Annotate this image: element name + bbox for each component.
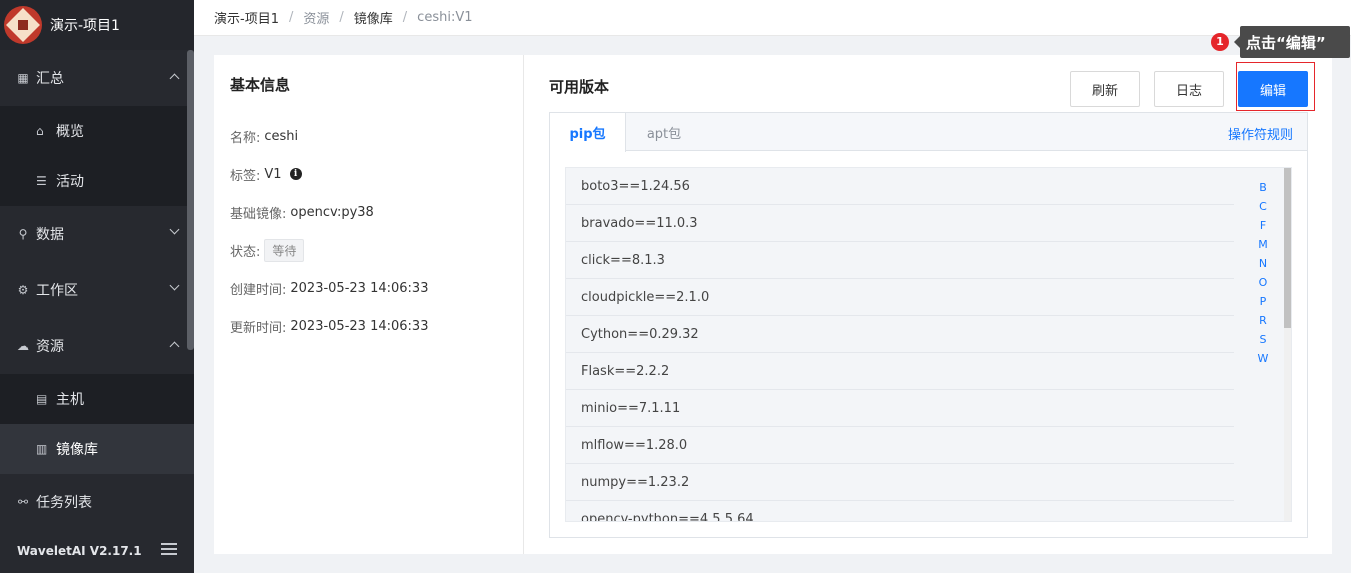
info-name: 名称: ceshi bbox=[230, 128, 299, 146]
tab-pip[interactable]: pip包 bbox=[550, 113, 626, 152]
nav-group-data[interactable]: ⚲ 数据 bbox=[0, 206, 194, 262]
cloud-icon: ☁ bbox=[17, 339, 29, 353]
info-created: 创建时间: 2023-05-23 14:06:33 bbox=[230, 280, 429, 298]
highlight-box bbox=[1236, 62, 1315, 111]
nav-group-label: 数据 bbox=[36, 227, 64, 243]
alpha-index-item[interactable]: C bbox=[1256, 200, 1270, 219]
alpha-index-item[interactable]: P bbox=[1256, 295, 1270, 314]
sitemap-icon: ⚲ bbox=[18, 227, 28, 241]
grid-icon: ▦ bbox=[17, 71, 29, 85]
sidebar-item-label: 镜像库 bbox=[56, 442, 98, 458]
gear-icon: ⚙ bbox=[17, 283, 29, 297]
basic-info-panel: 基本信息 名称: ceshi 标签: V1 i 基础镜像: opencv:py3… bbox=[214, 55, 524, 554]
list-item: Flask==2.2.2 bbox=[566, 353, 1234, 390]
alpha-index-item[interactable]: N bbox=[1256, 257, 1270, 276]
alphabet-index: B C F M N O P R S W bbox=[1256, 181, 1270, 371]
breadcrumb-resources[interactable]: 资源 bbox=[303, 8, 329, 27]
operator-rules-link[interactable]: 操作符规则 bbox=[1228, 124, 1293, 143]
step-badge: 1 bbox=[1211, 33, 1229, 51]
breadcrumb-image-repo[interactable]: 镜像库 bbox=[354, 8, 393, 27]
alpha-index-item[interactable]: B bbox=[1256, 181, 1270, 200]
alpha-index-item[interactable]: O bbox=[1256, 276, 1270, 295]
sidebar-item-image-repo[interactable]: ▥ 镜像库 bbox=[0, 424, 194, 474]
sidebar-item-host[interactable]: ▤ 主机 bbox=[0, 374, 194, 424]
nav-group-summary[interactable]: ▦ 汇总 bbox=[0, 50, 194, 106]
list-item: numpy==1.23.2 bbox=[566, 464, 1234, 501]
chevron-down-icon bbox=[169, 224, 180, 235]
versions-panel: 可用版本 刷新 日志 编辑 pip包 apt包 操作符规则 boto3==1.2… bbox=[549, 55, 1309, 554]
nav-group-resources[interactable]: ☁ 资源 bbox=[0, 318, 194, 374]
alpha-index-item[interactable]: F bbox=[1256, 219, 1270, 238]
breadcrumb-project[interactable]: 演示-项目1 bbox=[214, 8, 279, 27]
log-button[interactable]: 日志 bbox=[1154, 71, 1224, 107]
package-list[interactable]: boto3==1.24.56 bravado==11.0.3 click==8.… bbox=[565, 167, 1292, 522]
chevron-up-icon bbox=[169, 341, 180, 352]
nav-sub-summary: ⌂ 概览 ☰ 活动 bbox=[0, 106, 194, 206]
info-tag: 标签: V1 i bbox=[230, 155, 507, 193]
list-item: boto3==1.24.56 bbox=[566, 168, 1234, 205]
list-item: Cython==0.29.32 bbox=[566, 316, 1234, 353]
list-item: cloudpickle==2.1.0 bbox=[566, 279, 1234, 316]
instruction-tooltip: 点击“编辑” bbox=[1234, 26, 1350, 58]
chevron-up-icon bbox=[169, 73, 180, 84]
tab-bar: pip包 apt包 操作符规则 bbox=[550, 113, 1307, 152]
list-item: opencv-python==4.5.5.64 bbox=[566, 501, 1234, 522]
nav-group-label: 资源 bbox=[36, 339, 64, 355]
nav-group-workspace[interactable]: ⚙ 工作区 bbox=[0, 262, 194, 318]
alpha-index-item[interactable]: M bbox=[1256, 238, 1270, 257]
sidebar-footer: WaveletAI V2.17.1 bbox=[0, 529, 187, 573]
info-icon[interactable]: i bbox=[289, 168, 302, 180]
app-logo bbox=[4, 6, 42, 44]
alpha-index-item[interactable]: R bbox=[1256, 314, 1270, 333]
alpha-index-item[interactable]: S bbox=[1256, 333, 1270, 352]
status-badge: 等待 bbox=[264, 238, 305, 262]
nav-group-label: 工作区 bbox=[36, 283, 78, 299]
collapse-menu-icon[interactable] bbox=[161, 543, 177, 557]
image-detail-card: 基本信息 名称: ceshi 标签: V1 i 基础镜像: opencv:py3… bbox=[214, 55, 1332, 554]
versions-title: 可用版本 bbox=[549, 78, 610, 96]
sidebar-item-label: 主机 bbox=[56, 392, 84, 408]
breadcrumb: 演示-项目1 / 资源 / 镜像库 / ceshi:V1 bbox=[194, 0, 1351, 36]
list-item: minio==7.1.11 bbox=[566, 390, 1234, 427]
server-icon: ▤ bbox=[36, 392, 48, 406]
alpha-index-item[interactable]: W bbox=[1256, 352, 1270, 371]
nav-sub-resources: ▤ 主机 ▥ 镜像库 bbox=[0, 374, 194, 474]
nav-group-tasks[interactable]: ⚯ 任务列表 bbox=[0, 474, 194, 530]
sidebar-header[interactable]: 演示-项目1 bbox=[0, 0, 194, 50]
app-version: WaveletAI V2.17.1 bbox=[17, 544, 142, 558]
info-status: 状态: 等待 bbox=[230, 231, 507, 269]
list-item: mlflow==1.28.0 bbox=[566, 427, 1234, 464]
info-updated: 更新时间: 2023-05-23 14:06:33 bbox=[230, 318, 429, 336]
list-item: click==8.1.3 bbox=[566, 242, 1234, 279]
sidebar-item-label: 活动 bbox=[56, 174, 84, 190]
refresh-button[interactable]: 刷新 bbox=[1070, 71, 1140, 107]
nodes-icon: ⚯ bbox=[17, 495, 29, 509]
info-base-image: 基础镜像: opencv:py38 bbox=[230, 204, 374, 222]
basic-info-title: 基本信息 bbox=[230, 76, 291, 94]
list-scrollbar[interactable] bbox=[1284, 168, 1291, 521]
sidebar: 演示-项目1 ▦ 汇总 ⌂ 概览 ☰ 活动 ⚲ 数据 ⚙ 工作区 ☁ 资源 ▤ … bbox=[0, 0, 194, 573]
package-tabs: pip包 apt包 操作符规则 boto3==1.24.56 bravado==… bbox=[549, 112, 1308, 538]
sidebar-item-activity[interactable]: ☰ 活动 bbox=[0, 156, 194, 206]
tab-apt[interactable]: apt包 bbox=[626, 113, 702, 151]
sidebar-item-label: 概览 bbox=[56, 124, 84, 140]
breadcrumb-current: ceshi:V1 bbox=[417, 10, 473, 25]
sidebar-item-overview[interactable]: ⌂ 概览 bbox=[0, 106, 194, 156]
project-title: 演示-项目1 bbox=[50, 18, 120, 34]
nav-group-label: 汇总 bbox=[36, 71, 64, 87]
image-repo-icon: ▥ bbox=[36, 442, 48, 456]
home-icon: ⌂ bbox=[36, 124, 44, 138]
nav-group-label: 任务列表 bbox=[36, 495, 92, 511]
chevron-down-icon bbox=[169, 280, 180, 291]
list-item: bravado==11.0.3 bbox=[566, 205, 1234, 242]
list-icon: ☰ bbox=[36, 174, 47, 188]
